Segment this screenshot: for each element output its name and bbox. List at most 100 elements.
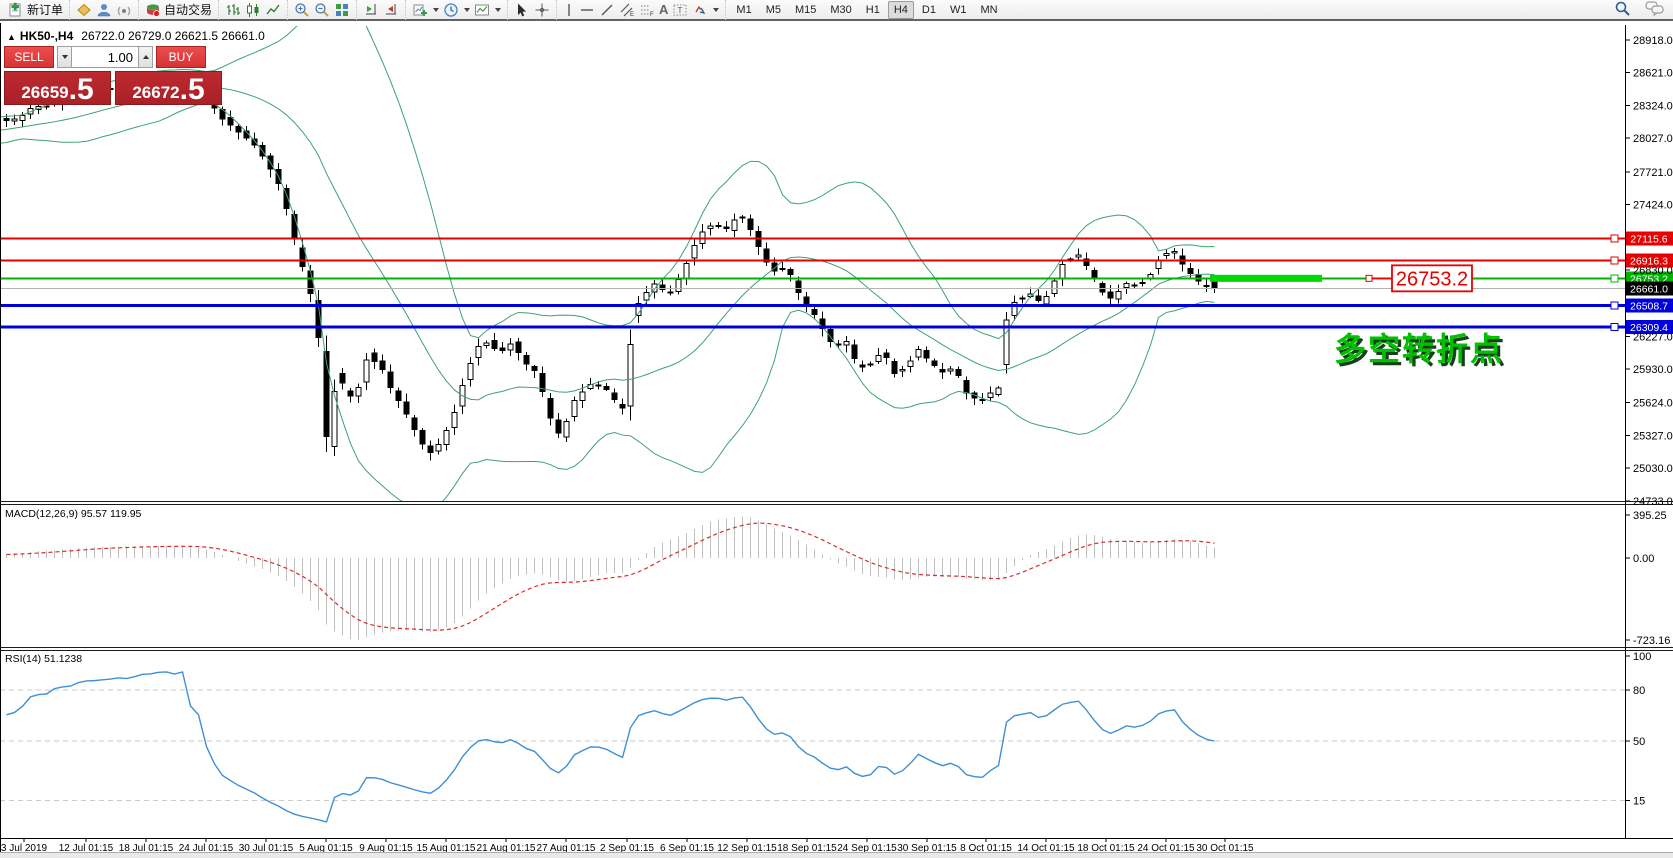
svg-text:26227.0: 26227.0 (1633, 331, 1673, 343)
chart-shift-icon (363, 2, 379, 18)
rsi-label: RSI(14) 51.1238 (5, 653, 82, 665)
svg-text:15: 15 (1633, 796, 1645, 808)
hline-26508.7[interactable]: 26508.7 (0, 298, 1673, 312)
text-label-tool[interactable]: T (670, 1, 690, 19)
zoom-in-button[interactable] (292, 1, 312, 19)
level-price-label[interactable]: 26753.2 (1366, 265, 1472, 291)
macd-indicator-panel: MACD(12,26,9) 95.57 119.95 (5, 508, 1215, 640)
bar-chart-icon (225, 2, 241, 18)
timeframe-m1[interactable]: M1 (730, 1, 757, 19)
main-toolbar: 新订单 自动交易 (0, 0, 1673, 21)
svg-text:24733.0: 24733.0 (1633, 496, 1673, 508)
line-chart-icon (265, 2, 281, 18)
gold-icon (76, 2, 92, 18)
profile-icon (96, 2, 112, 18)
svg-text:E: E (630, 12, 634, 18)
svg-text:27424.0: 27424.0 (1633, 199, 1673, 211)
autotrade-label: 自动交易 (164, 1, 212, 18)
volume-decrease-button[interactable] (57, 46, 72, 68)
periods-dropdown[interactable] (441, 1, 472, 19)
text-tool[interactable]: A (657, 1, 670, 18)
new-order-button[interactable]: 新订单 (6, 0, 65, 19)
bar-chart-mode-button[interactable] (223, 1, 243, 19)
up-arrow-icon (143, 55, 149, 59)
arrows-dropdown[interactable] (690, 1, 721, 19)
signal-button[interactable] (114, 1, 134, 19)
svg-text:100: 100 (1633, 651, 1651, 663)
line-chart-mode-button[interactable] (263, 1, 283, 19)
volume-increase-button[interactable] (138, 46, 153, 68)
search-icon[interactable] (1614, 0, 1631, 22)
candle-chart-icon (245, 2, 261, 18)
svg-text:-723.16: -723.16 (1633, 635, 1670, 647)
profile-button[interactable] (94, 1, 114, 19)
window-bottom-strip (0, 852, 1673, 858)
zoom-out-icon (314, 2, 330, 18)
svg-text:26508.7: 26508.7 (1630, 300, 1668, 312)
horizontal-line-icon (579, 2, 595, 18)
svg-text:395.25: 395.25 (1633, 510, 1667, 522)
sell-button[interactable]: SELL (4, 46, 54, 68)
one-click-trade-panel: SELL BUY 26659.5 26672.5 (4, 46, 224, 105)
dropdown-caret-icon (464, 8, 470, 12)
down-arrow-icon (62, 55, 68, 59)
text-a-icon: A (659, 2, 668, 17)
timeframe-m5[interactable]: M5 (760, 1, 787, 19)
svg-text:25030.0: 25030.0 (1633, 463, 1673, 475)
buy-button-label: BUY (169, 50, 194, 64)
user-annotations[interactable]: 26753.2多空转折点多空转折点 (1210, 265, 1507, 370)
timeframe-h1[interactable]: H1 (860, 1, 886, 19)
candlestick-series (4, 71, 1217, 460)
collapse-marker-icon[interactable]: ▲ (7, 32, 16, 42)
volume-stepper (57, 46, 153, 68)
highlight-trend-segment[interactable] (1210, 275, 1322, 282)
svg-text:80: 80 (1633, 685, 1645, 697)
crosshair-icon (534, 2, 550, 18)
hline-27115.6[interactable]: 27115.6 (0, 231, 1673, 245)
clock-icon (443, 2, 459, 18)
template-chart-icon (474, 2, 490, 18)
chart-shift-button[interactable] (361, 1, 381, 19)
channel-tool[interactable]: E (617, 1, 637, 19)
volume-input[interactable] (72, 46, 138, 68)
fibonacci-icon: F (639, 2, 655, 18)
autotrade-button[interactable]: 自动交易 (143, 0, 214, 19)
timeframe-d1[interactable]: D1 (916, 1, 942, 19)
timeframe-mn[interactable]: MN (974, 1, 1003, 19)
chat-icon[interactable] (1645, 0, 1665, 21)
candle-chart-mode-button[interactable] (243, 1, 263, 19)
horizontal-line-tool[interactable] (577, 1, 597, 19)
zoom-out-button[interactable] (312, 1, 332, 19)
buy-price-box[interactable]: 26672.5 (115, 71, 222, 105)
chart-canvas[interactable]: 27115.626916.326753.226508.726309.426661… (0, 0, 1673, 858)
fibonacci-tool[interactable]: F (637, 1, 657, 19)
gold-button[interactable] (74, 1, 94, 19)
trendline-tool[interactable] (597, 1, 617, 19)
buy-button[interactable]: BUY (156, 46, 206, 68)
svg-text:28027.0: 28027.0 (1633, 133, 1673, 145)
auto-scroll-icon (383, 2, 399, 18)
text-label-icon: T (672, 2, 688, 18)
svg-text:0.00: 0.00 (1633, 553, 1654, 565)
vertical-line-tool[interactable] (561, 1, 577, 19)
signal-icon (116, 2, 132, 18)
ohlc-values: 26722.0 26729.0 26621.5 26661.0 (81, 29, 265, 43)
timeframe-m30[interactable]: M30 (824, 1, 857, 19)
svg-text:27721.0: 27721.0 (1633, 167, 1673, 179)
turning-point-text[interactable]: 多空转折点 (1334, 331, 1504, 367)
svg-text:F: F (650, 12, 654, 18)
timeframe-m15[interactable]: M15 (789, 1, 822, 19)
new-chart-dropdown[interactable] (410, 1, 441, 19)
cursor-tool-button[interactable] (512, 1, 532, 19)
templates-dropdown[interactable] (472, 1, 503, 19)
auto-scroll-button[interactable] (381, 1, 401, 19)
svg-text:28324.0: 28324.0 (1633, 100, 1673, 112)
macd-signal-line (7, 523, 1215, 630)
timeframe-w1[interactable]: W1 (944, 1, 973, 19)
crosshair-tool-button[interactable] (532, 1, 552, 19)
sell-price-box[interactable]: 26659.5 (4, 71, 111, 105)
tile-windows-button[interactable] (332, 1, 352, 19)
timeframe-switcher: M1M5M15M30H1H4D1W1MN (730, 1, 1003, 19)
svg-text:28918.0: 28918.0 (1633, 35, 1673, 47)
timeframe-h4[interactable]: H4 (888, 1, 914, 19)
